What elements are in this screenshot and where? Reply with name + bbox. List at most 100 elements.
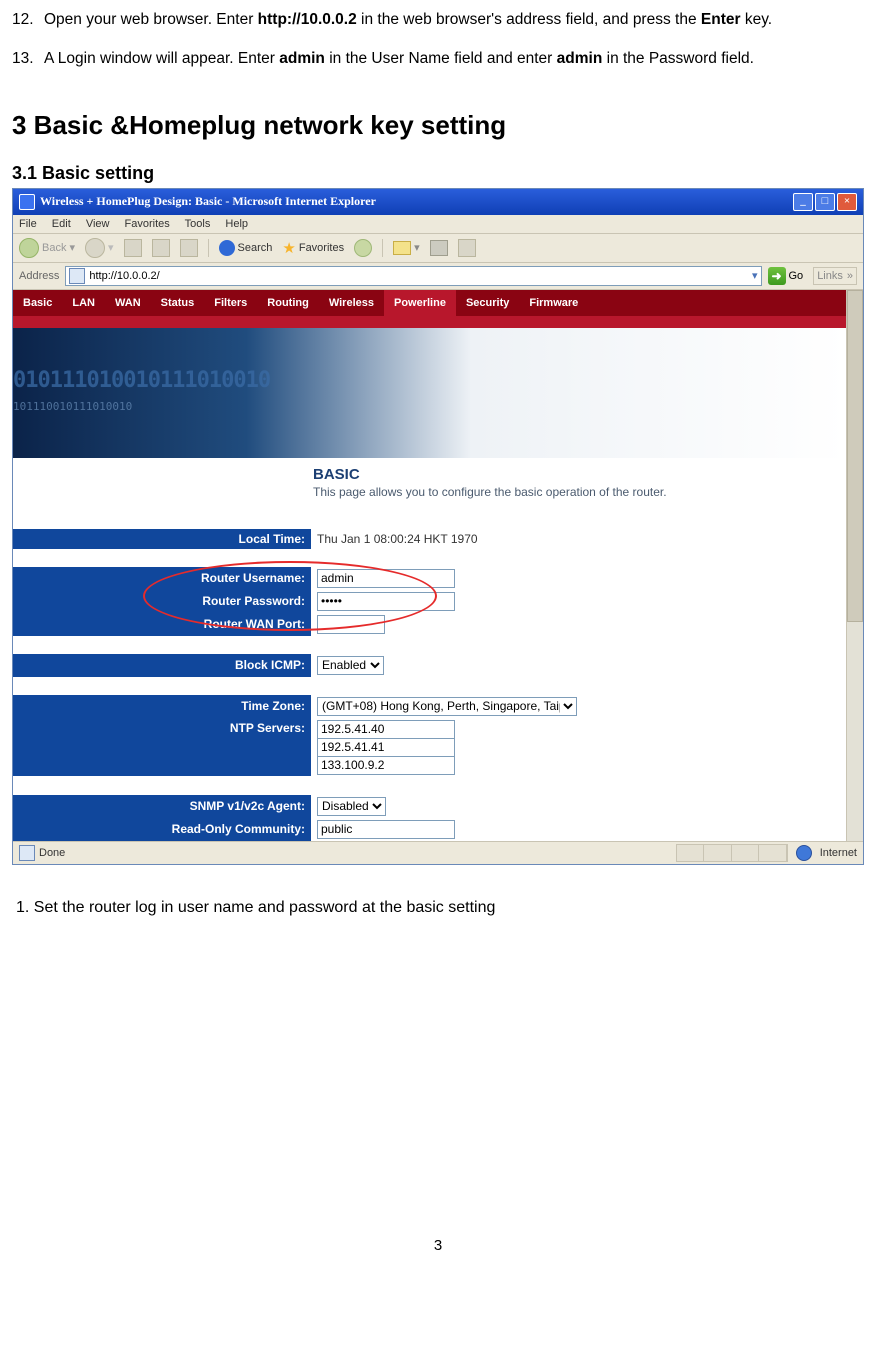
username-text: admin bbox=[279, 50, 325, 67]
chevron-down-icon: ▾ bbox=[108, 241, 114, 254]
history-icon bbox=[354, 239, 372, 257]
zone-text: Internet bbox=[820, 847, 857, 859]
caption-text: 1. Set the router log in user name and p… bbox=[16, 899, 864, 917]
hero-banner: 010111010010111010010 101110010111010010 bbox=[13, 328, 846, 458]
tab-routing[interactable]: Routing bbox=[257, 290, 319, 316]
vertical-scrollbar[interactable] bbox=[846, 290, 863, 841]
tab-security[interactable]: Security bbox=[456, 290, 519, 316]
label-wan-port: Router WAN Port: bbox=[204, 617, 305, 631]
step-number: 13. bbox=[12, 49, 44, 70]
maximize-button[interactable]: □ bbox=[815, 193, 835, 211]
star-icon: ★ bbox=[282, 239, 295, 257]
label-time-zone: Time Zone: bbox=[241, 699, 305, 713]
favorites-label: Favorites bbox=[299, 242, 344, 254]
label-community: Read-Only Community: bbox=[172, 822, 305, 836]
chevron-down-icon: ▾ bbox=[69, 241, 75, 254]
chevron-down-icon: ▾ bbox=[414, 241, 420, 254]
ntp-input-3[interactable] bbox=[317, 756, 455, 775]
router-admin-page: Basic LAN WAN Status Filters Routing Wir… bbox=[13, 290, 846, 841]
label-local-time: Local Time: bbox=[239, 532, 305, 546]
page-icon bbox=[19, 845, 35, 861]
forward-button[interactable]: ▾ bbox=[85, 238, 114, 258]
ie-icon bbox=[19, 194, 35, 210]
instructions-list: 12. Open your web browser. Enter http://… bbox=[12, 10, 864, 70]
step-12: 12. Open your web browser. Enter http://… bbox=[12, 10, 864, 31]
edit-button[interactable] bbox=[458, 239, 476, 257]
menu-favorites[interactable]: Favorites bbox=[125, 218, 170, 230]
ntp-input-2[interactable] bbox=[317, 738, 455, 757]
tab-powerline[interactable]: Powerline bbox=[384, 290, 456, 316]
username-input[interactable] bbox=[317, 569, 455, 588]
tab-wireless[interactable]: Wireless bbox=[319, 290, 384, 316]
label-password: Router Password: bbox=[202, 594, 305, 608]
tab-wan[interactable]: WAN bbox=[105, 290, 151, 316]
ie-window-screenshot: Wireless + HomePlug Design: Basic - Micr… bbox=[12, 188, 864, 865]
tab-filters[interactable]: Filters bbox=[204, 290, 257, 316]
password-input[interactable] bbox=[317, 592, 455, 611]
tab-firmware[interactable]: Firmware bbox=[519, 290, 588, 316]
value-local-time: Thu Jan 1 08:00:24 HKT 1970 bbox=[311, 529, 478, 549]
red-strip bbox=[13, 316, 846, 328]
tab-status[interactable]: Status bbox=[151, 290, 205, 316]
chevron-down-icon[interactable]: ▾ bbox=[752, 269, 758, 282]
row-wan-port: Router WAN Port: bbox=[13, 613, 846, 636]
community-input[interactable] bbox=[317, 820, 455, 839]
close-button[interactable]: × bbox=[837, 193, 857, 211]
section-heading: 3 Basic &Homeplug network key setting bbox=[12, 110, 864, 141]
page-title: BASIC bbox=[313, 466, 846, 483]
text: Open your web browser. Enter bbox=[44, 11, 258, 28]
tab-basic[interactable]: Basic bbox=[13, 290, 62, 316]
divider bbox=[208, 239, 209, 257]
tab-lan[interactable]: LAN bbox=[62, 290, 105, 316]
ntp-input-1[interactable] bbox=[317, 720, 455, 739]
snmp-select[interactable]: Disabled bbox=[317, 797, 386, 816]
label-snmp: SNMP v1/v2c Agent: bbox=[190, 799, 305, 813]
text: in the User Name field and enter bbox=[325, 50, 557, 67]
back-icon bbox=[19, 238, 39, 258]
block-icmp-select[interactable]: Enabled bbox=[317, 656, 384, 675]
menu-tools[interactable]: Tools bbox=[185, 218, 211, 230]
back-button[interactable]: Back ▾ bbox=[19, 238, 75, 258]
row-community: Read-Only Community: bbox=[13, 818, 846, 841]
time-zone-select[interactable]: (GMT+08) Hong Kong, Perth, Singapore, Ta… bbox=[317, 697, 577, 716]
search-label: Search bbox=[238, 242, 273, 254]
text: key. bbox=[741, 11, 773, 28]
status-bar: Done Internet bbox=[13, 841, 863, 864]
globe-icon bbox=[796, 845, 812, 861]
menu-help[interactable]: Help bbox=[225, 218, 248, 230]
step-13: 13. A Login window will appear. Enter ad… bbox=[12, 49, 864, 70]
address-input[interactable]: http://10.0.0.2/ ▾ bbox=[65, 266, 761, 286]
row-password: Router Password: bbox=[13, 590, 846, 613]
mail-button[interactable]: ▾ bbox=[393, 241, 420, 255]
page-number: 3 bbox=[12, 1237, 864, 1254]
scroll-thumb[interactable] bbox=[847, 290, 863, 623]
status-panes bbox=[676, 844, 788, 862]
mail-icon bbox=[393, 241, 411, 255]
menu-edit[interactable]: Edit bbox=[52, 218, 71, 230]
menu-file[interactable]: File bbox=[19, 218, 37, 230]
status-text: Done bbox=[39, 847, 65, 859]
go-button[interactable]: ➜ Go bbox=[768, 267, 804, 285]
hero-binary-text: 010111010010111010010 bbox=[13, 368, 270, 393]
links-button[interactable]: Links » bbox=[813, 267, 857, 285]
page-icon bbox=[69, 268, 85, 284]
url-text: http://10.0.0.2 bbox=[258, 11, 357, 28]
minimize-button[interactable]: _ bbox=[793, 193, 813, 211]
print-button[interactable] bbox=[430, 240, 448, 256]
chevron-right-icon: » bbox=[847, 270, 853, 282]
search-button[interactable]: Search bbox=[219, 240, 273, 256]
history-button[interactable] bbox=[354, 239, 372, 257]
favorites-button[interactable]: ★ Favorites bbox=[282, 239, 344, 257]
password-text: admin bbox=[557, 50, 603, 67]
row-local-time: Local Time: Thu Jan 1 08:00:24 HKT 1970 bbox=[13, 529, 846, 549]
address-label: Address bbox=[19, 270, 59, 282]
menu-view[interactable]: View bbox=[86, 218, 110, 230]
home-button[interactable] bbox=[180, 239, 198, 257]
text: in the web browser's address field, and … bbox=[357, 11, 701, 28]
refresh-button[interactable] bbox=[152, 239, 170, 257]
stop-button[interactable] bbox=[124, 239, 142, 257]
menu-bar: File Edit View Favorites Tools Help bbox=[13, 215, 863, 234]
page-description: This page allows you to configure the ba… bbox=[313, 485, 846, 499]
wan-port-input[interactable] bbox=[317, 615, 385, 634]
window-title: Wireless + HomePlug Design: Basic - Micr… bbox=[40, 194, 376, 209]
